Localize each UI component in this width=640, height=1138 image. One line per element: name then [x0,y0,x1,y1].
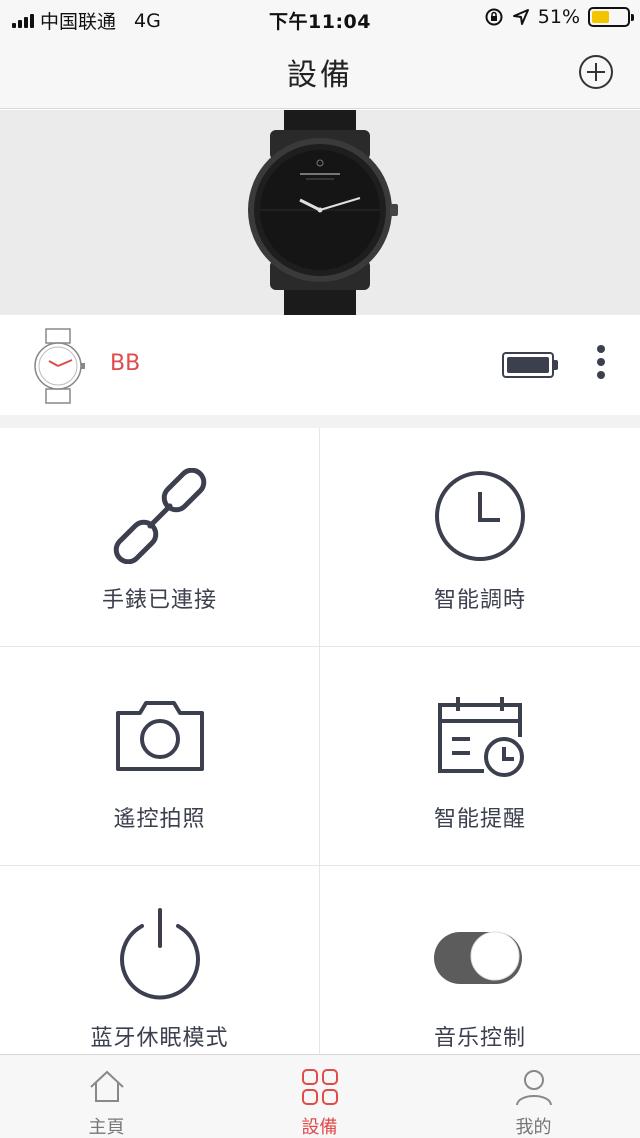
nav-bar: 設備 [0,36,640,109]
toggle-icon [434,931,522,984]
page-title: 設備 [287,58,353,93]
feature-smart-reminder[interactable]: 智能提醒 [320,647,640,866]
tab-me[interactable]: 我的 [427,1055,640,1138]
tab-label: 主頁 [88,1117,125,1138]
user-icon [515,1070,552,1106]
watch-hero-image [0,110,640,315]
tab-home[interactable]: 主頁 [0,1055,213,1138]
feature-label: 音乐控制 [433,1026,526,1051]
location-icon [512,9,529,25]
device-battery-icon [502,352,558,378]
device-row[interactable]: BB [0,315,640,415]
device-name: BB [110,351,141,376]
feature-bluetooth-sleep[interactable]: 蓝牙休眠模式 [0,866,320,1085]
more-options-button[interactable] [590,345,612,385]
feature-label: 蓝牙休眠模式 [90,1026,229,1051]
camera-icon [115,701,204,771]
feature-music-control[interactable]: 音乐控制 [320,866,640,1085]
battery-percent: 51% [537,6,580,28]
orientation-lock-icon [485,8,503,26]
feature-label: 智能提醒 [433,807,526,832]
grid-icon [301,1069,338,1105]
status-bar: 中国联通 4G 下午11:04 51% [0,0,640,36]
tab-bar: 主頁 設備 我的 [0,1054,640,1138]
tab-devices[interactable]: 設備 [213,1055,426,1138]
feature-remote-photo[interactable]: 遙控拍照 [0,647,320,866]
feature-label: 智能調時 [433,588,526,613]
watch-thumbnail-icon [34,328,85,404]
feature-label: 手錶已連接 [101,588,217,613]
power-icon [119,908,200,1000]
battery-icon [588,7,634,27]
calendar-clock-icon [438,697,524,777]
home-icon [89,1070,124,1102]
clock-icon [435,471,525,561]
watch-illustration [248,110,398,315]
link-icon [113,468,206,564]
feature-label: 遙控拍照 [113,807,206,832]
status-right: 51% [484,6,634,28]
tab-label: 我的 [515,1117,552,1138]
feature-watch-connected[interactable]: 手錶已連接 [0,428,320,647]
feature-grid: 手錶已連接 智能調時 遙控拍照 智能提醒 蓝牙休眠模式 音乐控制 [0,428,640,1085]
tab-label: 設備 [301,1117,338,1138]
add-device-button[interactable] [578,54,614,90]
section-divider [0,415,640,428]
feature-smart-time[interactable]: 智能調時 [320,428,640,647]
